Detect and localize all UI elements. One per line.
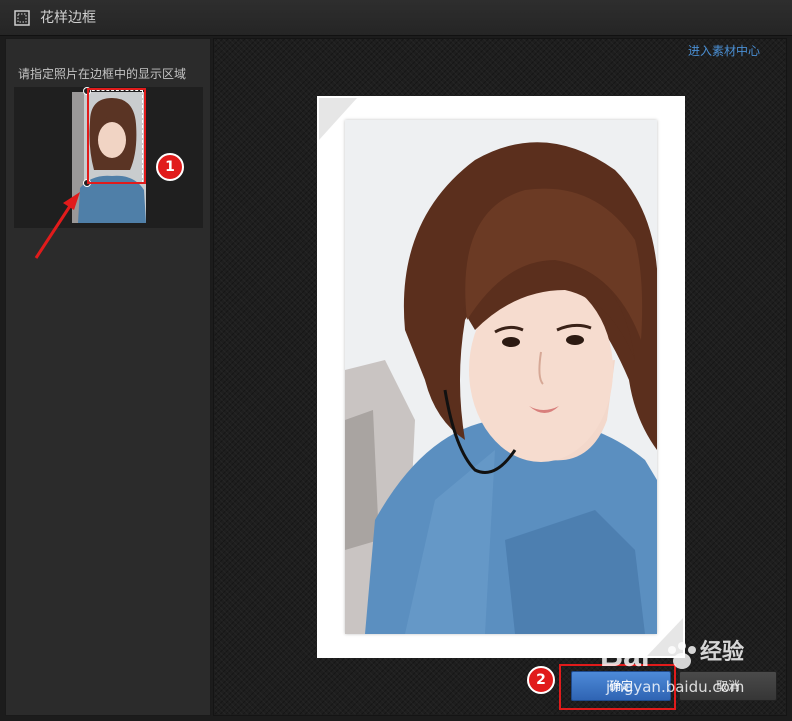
cancel-button[interactable]: 取消 — [679, 671, 777, 701]
material-center-link[interactable]: 进入素材中心 — [688, 44, 760, 58]
title-bar: 花样边框 — [0, 0, 792, 36]
preview-area: 进入素材中心 确定 取消 — [213, 38, 787, 716]
region-hint-label: 请指定照片在边框中的显示区域 — [18, 67, 187, 81]
annotation-badge-2: 2 — [527, 666, 555, 694]
annotation-badge-1: 1 — [156, 153, 184, 181]
annotation-box-confirm — [559, 664, 676, 710]
portrait-photo — [345, 120, 657, 634]
frame-photo-window — [345, 120, 657, 634]
window-title: 花样边框 — [40, 10, 96, 26]
photo-frame — [317, 96, 685, 658]
frame-icon — [14, 10, 30, 26]
annotation-box-selection — [87, 88, 146, 184]
